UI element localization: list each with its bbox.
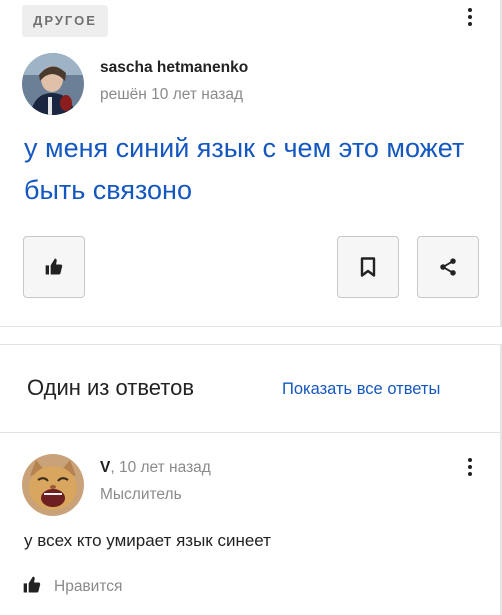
bookmark-button[interactable] bbox=[337, 236, 399, 298]
answer-like-label[interactable]: Нравится bbox=[54, 578, 122, 596]
person-photo-icon bbox=[22, 53, 84, 115]
bookmark-icon bbox=[360, 257, 376, 277]
answer-author-line: V, 10 лет назад bbox=[100, 459, 211, 477]
answer-like-button[interactable] bbox=[22, 575, 42, 597]
question-text: у меня синий язык с чем это может быть с… bbox=[24, 133, 465, 205]
question-author-name[interactable]: sascha hetmanenko bbox=[100, 59, 248, 77]
laughing-cat-photo-icon bbox=[22, 454, 84, 516]
answer-author-avatar[interactable] bbox=[22, 454, 84, 516]
section-divider bbox=[0, 432, 500, 433]
show-all-answers-link[interactable]: Показать все ответы bbox=[282, 380, 440, 399]
thumbs-up-icon bbox=[45, 258, 63, 275]
question-author-avatar[interactable] bbox=[22, 53, 84, 115]
answer-time: , 10 лет назад bbox=[110, 459, 211, 476]
answer-menu-icon[interactable] bbox=[464, 458, 476, 480]
answer-text: у всех кто умирает язык синеет bbox=[24, 531, 271, 550]
card-separator bbox=[0, 327, 502, 344]
answers-section-title: Один из ответов bbox=[27, 375, 195, 400]
like-button[interactable] bbox=[23, 236, 85, 298]
answer-author-rank: Мыслитель bbox=[100, 486, 182, 503]
category-badge[interactable]: ДРУГОЕ bbox=[22, 5, 108, 37]
share-button[interactable] bbox=[417, 236, 479, 298]
question-menu-icon[interactable] bbox=[464, 8, 476, 30]
thumbs-up-icon bbox=[23, 576, 41, 593]
answer-author-name[interactable]: V bbox=[100, 459, 110, 476]
question-meta: решён 10 лет назад bbox=[100, 86, 244, 103]
share-icon bbox=[440, 258, 456, 276]
